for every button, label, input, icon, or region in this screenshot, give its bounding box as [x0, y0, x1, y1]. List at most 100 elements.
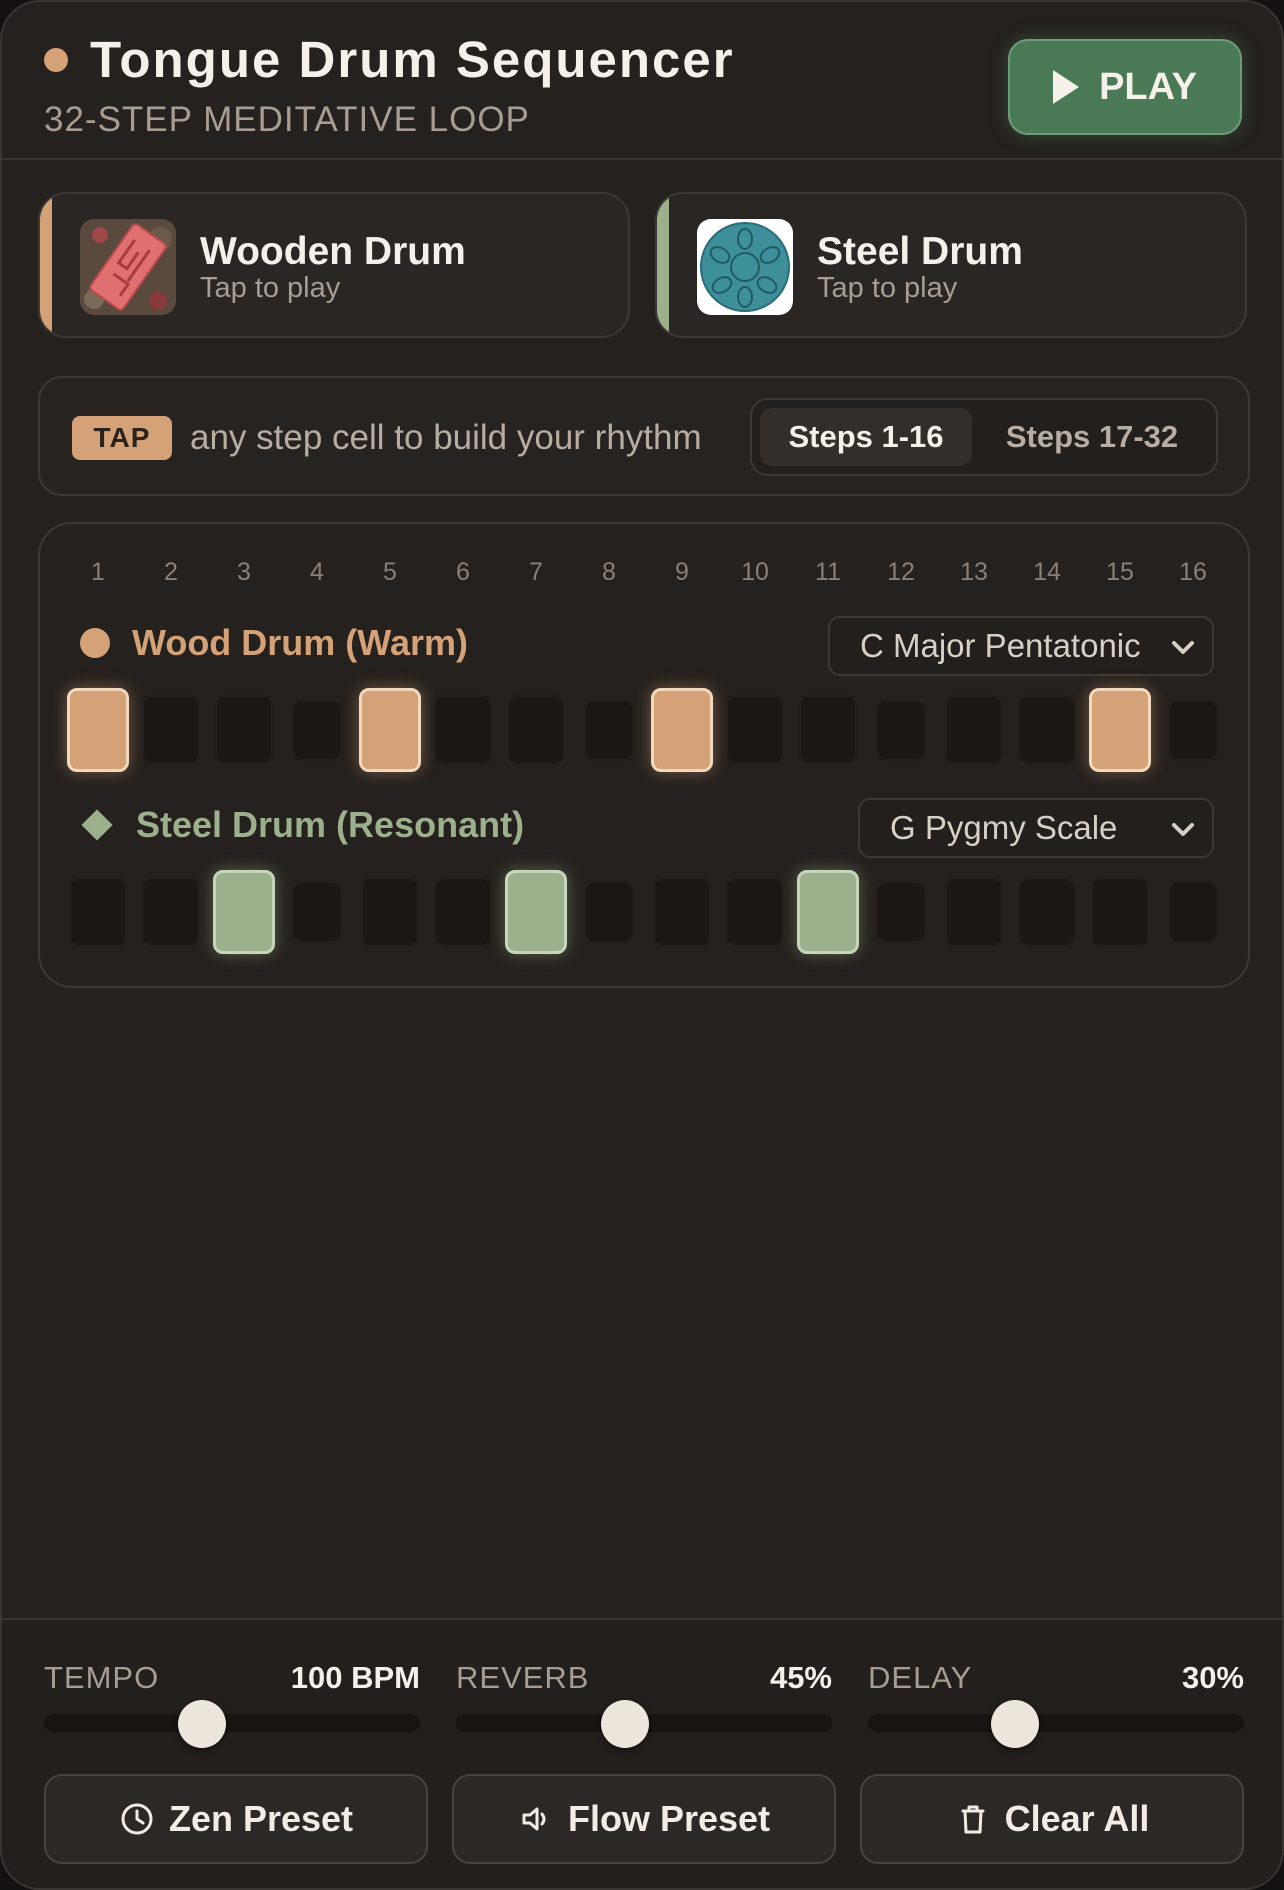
- steel-step-cell[interactable]: [945, 877, 1003, 947]
- step-number: 11: [815, 558, 841, 586]
- step-number: 13: [960, 558, 988, 586]
- wood-step-cell[interactable]: [215, 695, 273, 765]
- button-label: Clear All: [1004, 1798, 1150, 1839]
- step-number: 5: [383, 558, 397, 586]
- steel-step-cell[interactable]: [505, 870, 567, 954]
- button-label: Zen Preset: [168, 1798, 354, 1839]
- steel-step-cell[interactable]: [1168, 881, 1218, 943]
- step-number: 6: [456, 558, 470, 586]
- wood-step-cell[interactable]: [359, 688, 421, 772]
- steel-step-cell[interactable]: [361, 877, 419, 947]
- steel-step-cell[interactable]: [584, 881, 634, 943]
- steel-step-cell[interactable]: [726, 877, 784, 947]
- steel-step-cell[interactable]: [1091, 877, 1149, 947]
- track-label-wood: Wood Drum (Warm): [80, 622, 468, 664]
- wood-step-cell[interactable]: [1168, 699, 1218, 761]
- page-subtitle: 32-STEP MEDITATIVE LOOP: [44, 100, 530, 139]
- tempo-slider-thumb[interactable]: [177, 1700, 226, 1748]
- scale-select-wood[interactable]: C Major Pentatonic: [828, 616, 1214, 676]
- wood-step-cell[interactable]: [651, 688, 713, 772]
- wood-step-cell[interactable]: [67, 688, 129, 772]
- instrument-hint: Tap to play: [817, 272, 958, 304]
- wood-step-cell[interactable]: [292, 699, 342, 761]
- step-page-toggle: Steps 1-16 Steps 17-32: [750, 398, 1218, 476]
- hint-text: any step cell to build your rhythm: [190, 418, 702, 457]
- steel-step-cell[interactable]: [1018, 877, 1076, 947]
- tap-badge: TAP: [72, 416, 172, 460]
- step-number: 16: [1179, 558, 1207, 586]
- card-accent: [40, 194, 52, 336]
- hint-bar: TAP any step cell to build your rhythm S…: [38, 376, 1250, 496]
- wood-step-cell[interactable]: [584, 699, 634, 761]
- steel-step-cell[interactable]: [653, 877, 711, 947]
- steel-step-cell[interactable]: [876, 881, 926, 943]
- step-number: 3: [237, 558, 251, 586]
- title-row: Tongue Drum Sequencer: [44, 30, 735, 89]
- play-button[interactable]: PLAY: [1008, 39, 1242, 135]
- scale-select-steel[interactable]: G Pygmy Scale: [858, 798, 1214, 858]
- delay-slider-track[interactable]: [868, 1714, 1244, 1732]
- wood-dot-icon: [80, 628, 110, 658]
- step-number: 12: [887, 558, 915, 586]
- wood-step-cell[interactable]: [1089, 688, 1151, 772]
- chevron-down-icon: [1172, 641, 1194, 654]
- trash-icon: [961, 1805, 985, 1834]
- controls-panel: TEMPO 100 BPM REVERB 45% DELAY 30% Zen P…: [2, 1618, 1282, 1888]
- wood-step-cell[interactable]: [507, 695, 565, 765]
- flow-preset-button[interactable]: Flow Preset: [452, 1774, 836, 1864]
- clear-all-button[interactable]: Clear All: [860, 1774, 1244, 1864]
- delay-slider-thumb[interactable]: [990, 1700, 1039, 1748]
- step-number: 9: [675, 558, 689, 586]
- status-dot-icon: [44, 47, 68, 72]
- track-name: Wood Drum (Warm): [132, 622, 468, 663]
- wood-step-cell[interactable]: [799, 695, 857, 765]
- button-label: Flow Preset: [567, 1798, 771, 1839]
- step-number: 10: [741, 558, 769, 586]
- steel-step-cell[interactable]: [797, 870, 859, 954]
- wood-step-cell[interactable]: [142, 695, 200, 765]
- steel-step-cell[interactable]: [434, 877, 492, 947]
- step-number: 15: [1106, 558, 1134, 586]
- tab-steps-1-16[interactable]: Steps 1-16: [760, 408, 972, 466]
- zen-preset-button[interactable]: Zen Preset: [44, 1774, 428, 1864]
- delay-value: 30%: [1181, 1660, 1244, 1695]
- instrument-card-wooden[interactable]: Wooden Drum Tap to play: [38, 192, 630, 338]
- steel-step-cell[interactable]: [292, 881, 342, 943]
- page-title: Tongue Drum Sequencer: [90, 31, 735, 88]
- delay-label: DELAY: [868, 1660, 973, 1695]
- instrument-hint: Tap to play: [200, 272, 341, 304]
- wooden-drum-photo-icon: [80, 219, 176, 315]
- wood-step-cell[interactable]: [434, 695, 492, 765]
- step-number: 4: [310, 558, 324, 586]
- scale-value: C Major Pentatonic: [860, 627, 1141, 664]
- reverb-slider-thumb[interactable]: [601, 1700, 650, 1748]
- step-number: 8: [602, 558, 616, 586]
- diamond-icon: [81, 809, 113, 841]
- step-number: 2: [164, 558, 178, 586]
- clock-icon: [121, 1803, 153, 1835]
- card-accent: [657, 194, 669, 336]
- play-icon: [1053, 70, 1080, 104]
- step-number: 14: [1033, 558, 1061, 586]
- reverb-label: REVERB: [456, 1660, 590, 1695]
- tab-steps-17-32[interactable]: Steps 17-32: [974, 408, 1210, 466]
- wood-step-cell[interactable]: [945, 695, 1003, 765]
- step-number: 7: [529, 558, 543, 586]
- track-name: Steel Drum (Resonant): [136, 804, 525, 845]
- instrument-card-steel[interactable]: Steel Drum Tap to play: [655, 192, 1247, 338]
- steel-step-cell[interactable]: [142, 877, 200, 947]
- wood-step-cell[interactable]: [876, 699, 926, 761]
- sequencer-grid: 1 2 3 4 5 6 7 8 9 10 11 12 13 14 15 16 Wood Drum (Warm)…: [38, 522, 1250, 988]
- tempo-slider-track[interactable]: [44, 1714, 420, 1732]
- chevron-down-icon: [1172, 823, 1194, 836]
- reverb-value: 45%: [769, 1660, 832, 1695]
- steel-step-cell[interactable]: [69, 877, 127, 947]
- tempo-label: TEMPO: [44, 1660, 160, 1695]
- wood-step-cell[interactable]: [1018, 695, 1076, 765]
- steel-drum-photo-icon: [697, 219, 793, 315]
- tempo-value: 100 BPM: [290, 1660, 420, 1695]
- scale-value: G Pygmy Scale: [890, 809, 1118, 846]
- wood-step-cell[interactable]: [726, 695, 784, 765]
- steel-step-cell[interactable]: [213, 870, 275, 954]
- step-number: 1: [91, 558, 105, 586]
